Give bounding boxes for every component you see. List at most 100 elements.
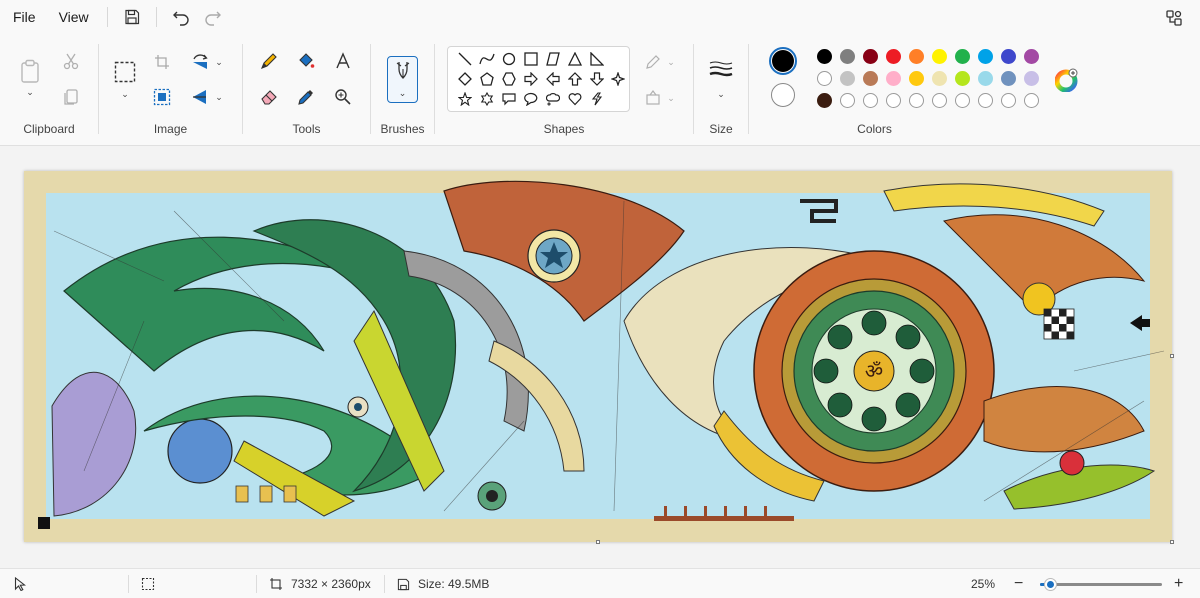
canvas-size-icon <box>270 578 282 590</box>
color-swatch[interactable] <box>1024 71 1039 86</box>
line-shape-icon <box>458 52 472 66</box>
rotate-button[interactable] <box>189 51 211 73</box>
selection-icon <box>141 577 155 591</box>
zoom-slider-thumb[interactable] <box>1043 578 1057 591</box>
fill-button[interactable] <box>295 50 317 72</box>
color-picker-button[interactable] <box>295 86 317 108</box>
select-button[interactable] <box>113 60 137 84</box>
color-swatch[interactable] <box>932 71 947 86</box>
color-swatch[interactable] <box>909 49 924 64</box>
save-button[interactable] <box>116 2 148 32</box>
color-swatch[interactable] <box>1024 49 1039 64</box>
rotate-dropdown-chevron-icon[interactable]: ⌄ <box>213 56 225 68</box>
custom-color-slot[interactable] <box>1001 93 1016 108</box>
color-swatch[interactable] <box>955 71 970 86</box>
shape-lightning[interactable] <box>587 89 607 109</box>
zoom-out-button[interactable]: − <box>1014 569 1023 598</box>
fill-style-dropdown-chevron-icon[interactable]: ⌄ <box>665 92 677 104</box>
save-icon <box>397 578 410 590</box>
redo-button[interactable] <box>197 2 229 32</box>
shape-rectangle[interactable] <box>521 49 541 69</box>
undo-button[interactable] <box>165 2 197 32</box>
drawing-canvas[interactable]: ॐ <box>24 171 1172 542</box>
shape-pentagon[interactable] <box>477 69 497 89</box>
magnifier-icon <box>335 89 351 105</box>
brushes-button[interactable]: ⌄ <box>387 56 418 103</box>
color-swatch[interactable] <box>817 49 832 64</box>
shape-four-point-star[interactable] <box>608 69 628 89</box>
shape-heart[interactable] <box>565 89 585 109</box>
resize-handle-corner[interactable] <box>1170 540 1174 544</box>
copy-button[interactable] <box>60 86 82 108</box>
color-swatch[interactable] <box>886 49 901 64</box>
custom-color-slot[interactable] <box>886 93 901 108</box>
color-swatch[interactable] <box>1001 49 1016 64</box>
shape-line[interactable] <box>455 49 475 69</box>
outline-button[interactable] <box>643 52 663 72</box>
shape-hexagon[interactable] <box>499 69 519 89</box>
resize-handle-bottom[interactable] <box>596 540 600 544</box>
primary-color-button[interactable] <box>769 47 797 75</box>
shape-down-arrow[interactable] <box>587 69 607 89</box>
text-button[interactable] <box>332 50 354 72</box>
secondary-color-button[interactable] <box>771 83 795 107</box>
color-swatch[interactable] <box>978 49 993 64</box>
crop-button[interactable] <box>151 51 173 73</box>
custom-color-slot[interactable] <box>955 93 970 108</box>
flip-dropdown-chevron-icon[interactable]: ⌄ <box>213 91 225 103</box>
pencil-button[interactable] <box>258 50 280 72</box>
custom-color-slot[interactable] <box>978 93 993 108</box>
menu-view[interactable]: View <box>49 2 99 32</box>
custom-color-slot[interactable] <box>840 93 855 108</box>
fill-style-button[interactable] <box>643 88 663 108</box>
color-swatch[interactable] <box>817 71 832 86</box>
magnifier-button[interactable] <box>332 86 354 108</box>
edit-colors-button[interactable] <box>1055 68 1079 92</box>
shape-right-triangle[interactable] <box>587 49 607 69</box>
menu-file[interactable]: File <box>3 2 46 32</box>
share-button[interactable] <box>1158 3 1190 33</box>
shape-rect-callout[interactable] <box>499 89 519 109</box>
resize-handle-right[interactable] <box>1170 354 1174 358</box>
color-swatch[interactable] <box>955 49 970 64</box>
flip-button[interactable] <box>189 86 211 108</box>
shape-curve[interactable] <box>477 49 497 69</box>
zoom-slider[interactable] <box>1040 578 1162 591</box>
color-swatch[interactable] <box>817 93 832 108</box>
color-swatch[interactable] <box>978 71 993 86</box>
color-swatch[interactable] <box>840 71 855 86</box>
color-swatch[interactable] <box>909 71 924 86</box>
color-swatch[interactable] <box>886 71 901 86</box>
size-button[interactable] <box>708 58 734 80</box>
custom-color-slot[interactable] <box>932 93 947 108</box>
select-dropdown-chevron-icon[interactable]: ⌄ <box>119 88 131 100</box>
shape-five-point-star[interactable] <box>455 89 475 109</box>
outline-dropdown-chevron-icon[interactable]: ⌄ <box>665 56 677 68</box>
paste-button[interactable] <box>18 58 42 84</box>
shape-rounded-rectangle[interactable] <box>543 49 563 69</box>
custom-color-slot[interactable] <box>863 93 878 108</box>
shape-oval-callout[interactable] <box>521 89 541 109</box>
size-dropdown-chevron-icon[interactable]: ⌄ <box>715 88 727 100</box>
color-swatch[interactable] <box>840 49 855 64</box>
color-swatch[interactable] <box>1001 71 1016 86</box>
color-swatch[interactable] <box>863 49 878 64</box>
color-swatch[interactable] <box>932 49 947 64</box>
eraser-button[interactable] <box>258 86 280 108</box>
shape-six-point-star[interactable] <box>477 89 497 109</box>
shape-cloud-callout[interactable] <box>543 89 563 109</box>
zoom-in-button[interactable]: + <box>1174 569 1183 598</box>
shape-oval[interactable] <box>499 49 519 69</box>
colors-group-label: Colors <box>857 122 892 136</box>
color-swatch[interactable] <box>863 71 878 86</box>
shape-left-arrow[interactable] <box>543 69 563 89</box>
custom-color-slot[interactable] <box>1024 93 1039 108</box>
shape-right-arrow[interactable] <box>521 69 541 89</box>
resize-button[interactable] <box>151 86 173 108</box>
custom-color-slot[interactable] <box>909 93 924 108</box>
cut-button[interactable] <box>60 50 82 72</box>
shape-up-arrow[interactable] <box>565 69 585 89</box>
shape-diamond[interactable] <box>455 69 475 89</box>
paste-dropdown-chevron-icon[interactable]: ⌄ <box>24 86 36 98</box>
shape-triangle[interactable] <box>565 49 585 69</box>
